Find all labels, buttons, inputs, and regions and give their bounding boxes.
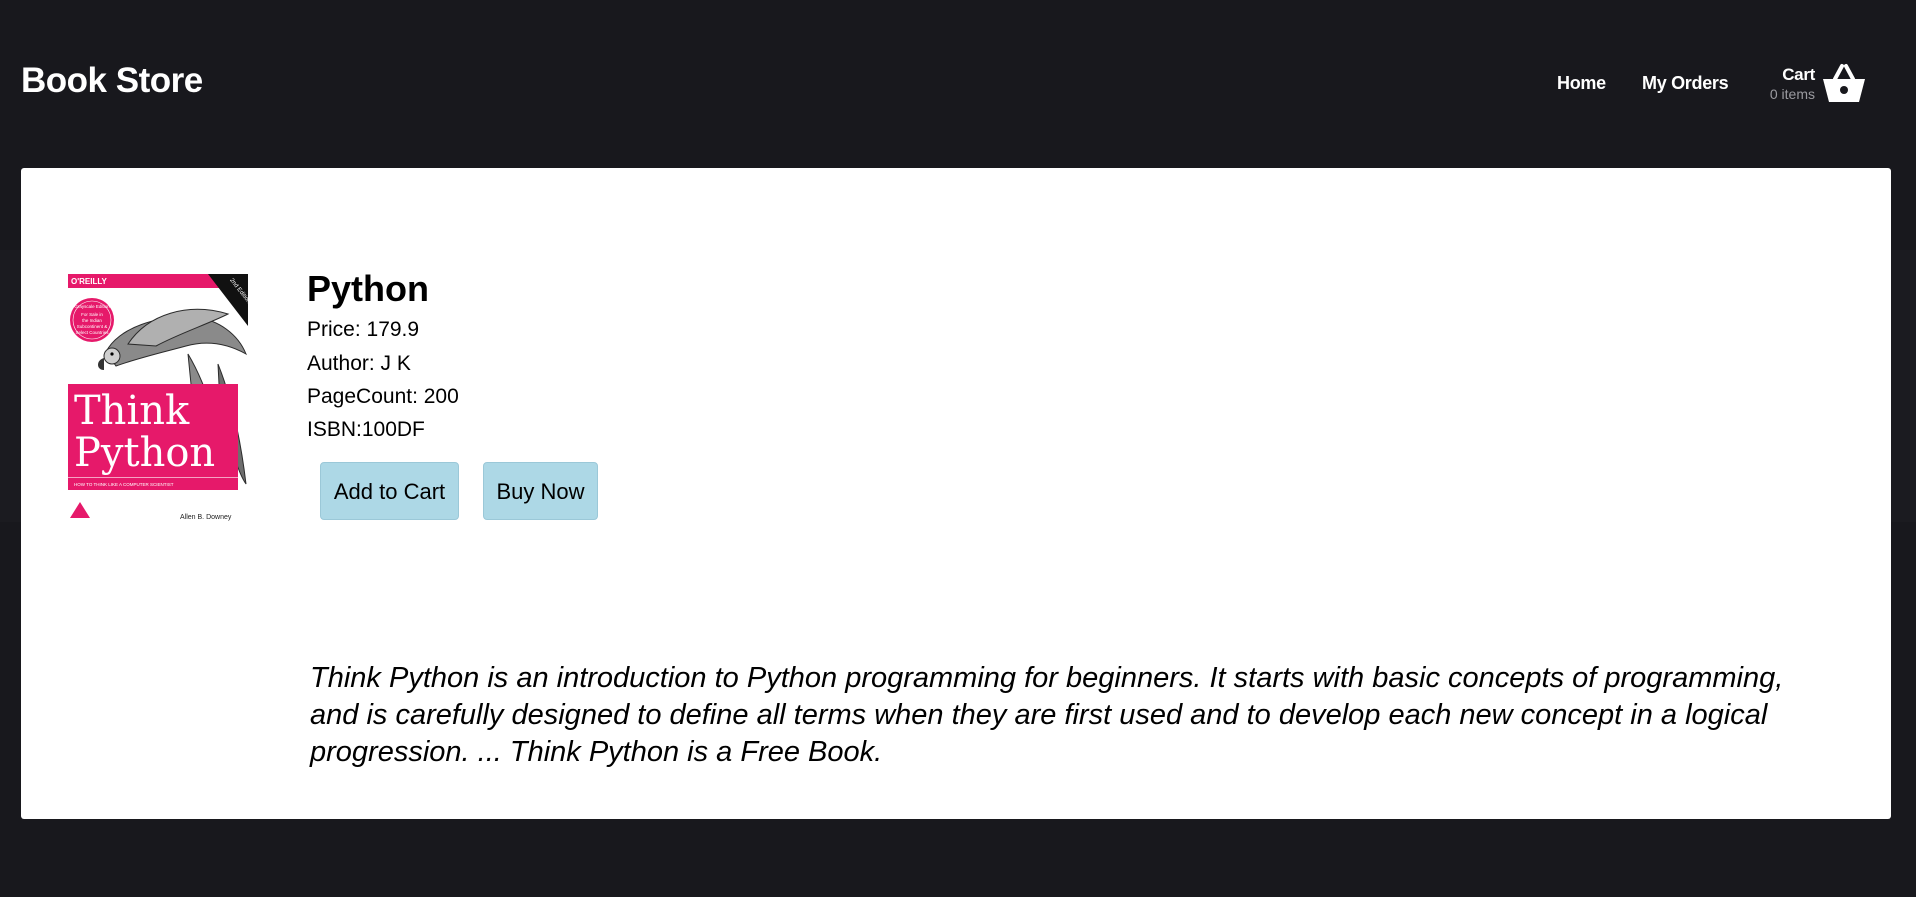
top-navbar: Book Store Home My Orders Cart 0 items — [0, 0, 1916, 168]
add-to-cart-button[interactable]: Add to Cart — [320, 462, 459, 520]
nav-my-orders-link[interactable]: My Orders — [1642, 73, 1729, 94]
svg-text:Grayscale Edition: Grayscale Edition — [74, 304, 110, 309]
cover-publisher: O'REILLY — [71, 277, 108, 286]
book-price: Price: 179.9 — [307, 318, 420, 341]
book-detail-card: O'REILLY 2nd Edition Grayscale Edition F… — [21, 168, 1891, 819]
book-isbn: ISBN:100DF — [307, 418, 425, 441]
book-page-count: PageCount: 200 — [307, 385, 459, 408]
svg-text:Subcontinent &: Subcontinent & — [77, 324, 108, 329]
cover-title-line2: Python — [74, 430, 215, 476]
cover-tagline: HOW TO THINK LIKE A COMPUTER SCIENTIST — [74, 482, 174, 487]
cart-link[interactable]: Cart 0 items — [1756, 62, 1871, 108]
book-title: Python — [307, 268, 429, 309]
brand-logo[interactable]: Book Store — [21, 61, 203, 101]
svg-text:Select Countries: Select Countries — [75, 330, 109, 335]
cart-label: Cart — [1782, 65, 1815, 84]
basket-icon — [1823, 64, 1865, 102]
cart-item-count: 0 items — [1769, 86, 1815, 102]
svg-text:the Indian: the Indian — [82, 318, 102, 323]
cover-title-line1: Think — [74, 388, 190, 434]
cover-art: O'REILLY 2nd Edition Grayscale Edition F… — [68, 274, 248, 522]
svg-text:For Sale in: For Sale in — [81, 312, 103, 317]
book-cover-image[interactable]: O'REILLY 2nd Edition Grayscale Edition F… — [68, 274, 248, 522]
buy-now-button[interactable]: Buy Now — [483, 462, 598, 520]
book-description: Think Python is an introduction to Pytho… — [310, 662, 1784, 768]
book-author: Author: J K — [307, 352, 411, 375]
nav-home-link[interactable]: Home — [1557, 73, 1606, 94]
cover-author: Allen B. Downey — [180, 514, 232, 521]
